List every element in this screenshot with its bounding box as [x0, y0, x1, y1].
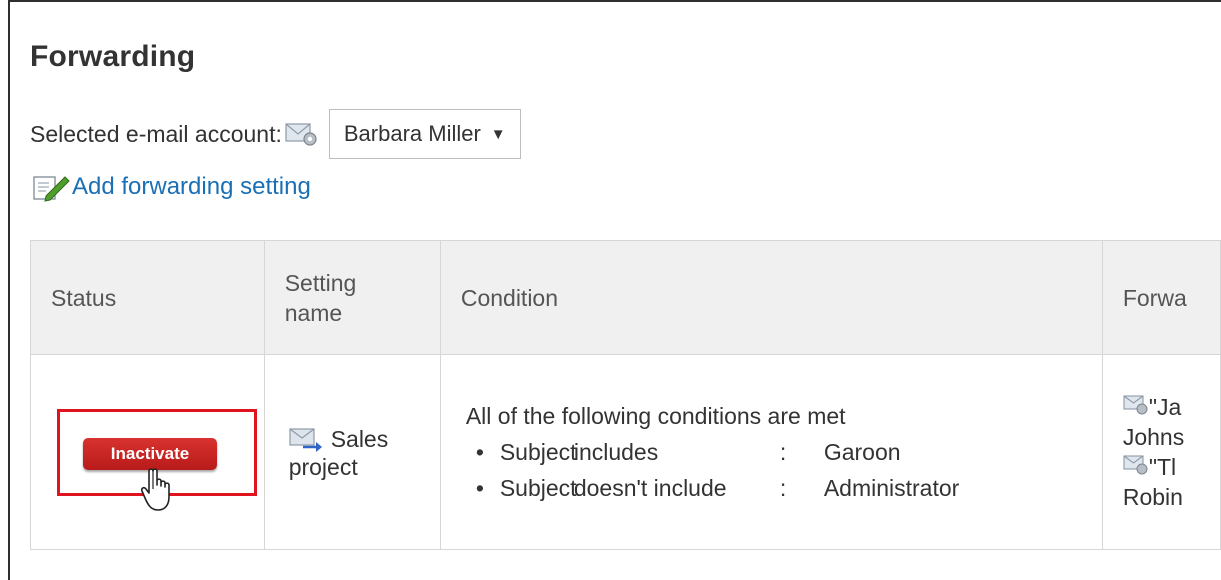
mail-settings-icon	[1123, 392, 1149, 422]
setting-header-line2: name	[284, 299, 343, 326]
condition-title: All of the following conditions are met	[465, 403, 846, 429]
chevron-down-icon: ▼	[490, 125, 506, 143]
column-header-status: Status	[30, 240, 265, 355]
account-dropdown-value: Barbara Miller	[343, 121, 481, 146]
add-forwarding-setting-label: Add forwarding setting	[72, 173, 311, 200]
condition-list: • Subject includes : Garoon • Subject do…	[466, 434, 1101, 506]
account-dropdown[interactable]: Barbara Miller ▼	[328, 109, 521, 159]
status-cell: Inactivate	[30, 354, 265, 550]
hand-cursor-icon	[141, 467, 179, 519]
forward-line: "Ja	[1148, 394, 1182, 420]
condition-field: Subject	[499, 475, 577, 501]
page-title: Forwarding	[30, 40, 196, 73]
mail-settings-icon	[285, 120, 319, 148]
add-forwarding-setting-link[interactable]: Add forwarding setting	[32, 172, 311, 202]
setting-header-line1: Setting	[284, 269, 357, 296]
condition-field: Subject	[499, 439, 577, 465]
forward-line: "Tl	[1148, 454, 1177, 480]
inactivate-button[interactable]: Inactivate	[83, 438, 217, 470]
column-header-forward-to: Forwa	[1101, 240, 1221, 355]
column-header-condition: Condition	[439, 240, 1103, 355]
account-label: Selected e-mail account:	[30, 120, 282, 147]
condition-colon: :	[779, 475, 787, 501]
bullet: •	[475, 475, 484, 501]
table-header-row: Status Setting name Condition Forwa	[30, 240, 1221, 355]
setting-name-cell: Sales project	[263, 354, 441, 550]
forward-recipient-1: "Ja	[1123, 392, 1219, 422]
mail-settings-icon	[1123, 452, 1149, 482]
bullet: •	[475, 439, 484, 465]
condition-colon: :	[779, 439, 787, 465]
list-item: • Subject doesn't include : Administrato…	[466, 470, 1101, 506]
forward-recipient-2: "Tl	[1123, 452, 1219, 482]
condition-operator: doesn't include	[573, 475, 727, 501]
forwarding-table: Status Setting name Condition Forwa Inac…	[30, 240, 1221, 550]
condition-cell: All of the following conditions are met …	[439, 354, 1103, 550]
setting-name-line2[interactable]: project	[289, 454, 439, 481]
condition-value: Garoon	[823, 439, 901, 465]
mail-forward-icon	[289, 426, 323, 452]
list-item: • Subject includes : Garoon	[466, 434, 1101, 470]
column-header-setting-name: Setting name	[263, 240, 441, 355]
table-row: Inactivate Sales project All of the foll…	[30, 354, 1221, 550]
condition-value: Administrator	[823, 475, 960, 501]
setting-name-line1[interactable]: Sales	[331, 424, 389, 454]
edit-icon	[32, 172, 70, 202]
account-selector-row: Selected e-mail account: Barbara Miller …	[30, 108, 521, 160]
forward-line: Robin	[1122, 484, 1183, 510]
condition-operator: includes	[573, 439, 659, 465]
forward-line: Johns	[1122, 424, 1185, 450]
forward-to-cell: "Ja Johns "Tl Robin	[1101, 354, 1221, 550]
